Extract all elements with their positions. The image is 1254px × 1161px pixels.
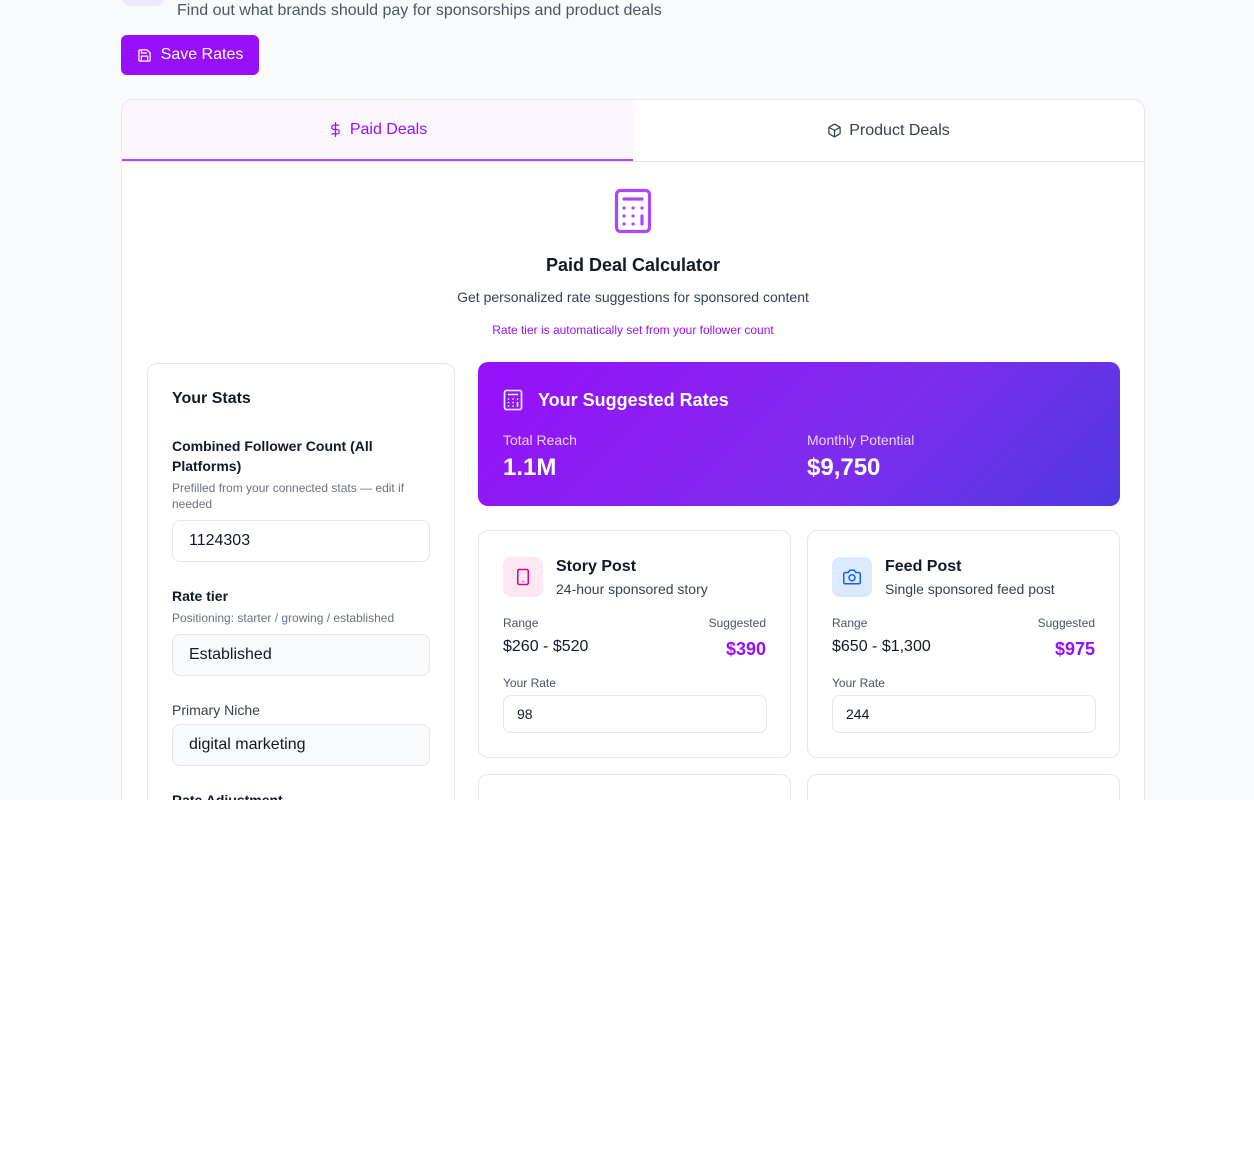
primary-niche-field: digital marketing	[172, 724, 430, 766]
monthly-potential-value: $9,750	[807, 454, 881, 481]
save-rates-button[interactable]: Save Rates	[121, 35, 259, 75]
rate-tier-label: Rate tier	[172, 588, 229, 604]
header-icon	[121, 0, 165, 6]
stats-card: Your Stats Combined Follower Count (All …	[147, 363, 455, 800]
total-reach-value: 1.1M	[503, 454, 557, 481]
story-post-card: Story Post 24-hour sponsored story Range…	[478, 530, 791, 758]
card-subtitle: Single sponsored feed post	[885, 581, 1055, 597]
calculator-subtitle: Get personalized rate suggestions for sp…	[457, 289, 809, 305]
total-reach-label: Total Reach	[503, 432, 577, 448]
page-subtitle: Find out what brands should pay for spon…	[177, 2, 662, 19]
stats-title: Your Stats	[172, 390, 251, 407]
card-subtitle: 24-hour sponsored story	[556, 581, 708, 597]
deal-tabs: Paid Deals Product Deals	[122, 100, 1144, 162]
package-icon	[828, 123, 841, 138]
rate-tier-help: Positioning: starter / growing / establi…	[172, 611, 395, 625]
save-icon	[137, 48, 151, 62]
tab-paid-deals-label: Paid Deals	[349, 120, 428, 138]
page-viewport: Find out what brands should pay for spon…	[0, 0, 1254, 800]
suggested-label: Suggested	[1037, 616, 1095, 630]
suggested-value: $975	[1054, 639, 1095, 659]
calculator-panel: Paid Deals Product Deals Paid Deal Calcu…	[121, 99, 1145, 800]
camera-icon	[843, 569, 861, 585]
tab-paid-deals[interactable]: Paid Deals	[122, 100, 633, 161]
rate-adjustment-label: Rate Adjustment	[172, 792, 283, 800]
smartphone-icon	[517, 568, 529, 586]
dollar-icon	[330, 122, 340, 137]
calculator-icon	[614, 188, 652, 234]
story-icon-tile	[503, 557, 543, 597]
rate-card-partial	[807, 774, 1120, 800]
rate-tier-note: Rate tier is automatically set from your…	[492, 323, 774, 337]
follower-count-input[interactable]: 1124303	[172, 520, 430, 562]
calculator-title: Paid Deal Calculator	[545, 255, 721, 275]
feed-icon-tile	[832, 557, 872, 597]
range-value: $260 - $520	[503, 638, 589, 655]
your-rate-input[interactable]: 98	[503, 695, 767, 733]
rate-tier-field: Established	[172, 634, 430, 676]
card-title: Story Post	[556, 558, 637, 575]
calculator-icon	[503, 389, 523, 411]
suggested-value: $390	[725, 639, 766, 659]
range-label: Range	[503, 616, 539, 630]
follower-count-help: Prefilled from your connected stats — ed…	[172, 481, 405, 511]
suggested-rates-title: Your Suggested Rates	[538, 390, 729, 410]
save-rates-label: Save Rates	[160, 46, 244, 63]
your-rate-label: Your Rate	[832, 676, 885, 690]
tab-product-deals[interactable]: Product Deals	[633, 100, 1144, 161]
monthly-potential-label: Monthly Potential	[807, 432, 915, 448]
range-label: Range	[832, 616, 868, 630]
range-value: $650 - $1,300	[832, 638, 931, 655]
follower-count-label: Combined Follower Count (All Platforms)	[172, 438, 373, 474]
primary-niche-label: Primary Niche	[172, 702, 260, 718]
feed-post-card: Feed Post Single sponsored feed post Ran…	[807, 530, 1120, 758]
your-rate-label: Your Rate	[503, 676, 556, 690]
your-rate-input[interactable]: 244	[832, 695, 1096, 733]
suggested-label: Suggested	[708, 616, 766, 630]
rate-card-partial	[478, 774, 791, 800]
card-title: Feed Post	[885, 558, 962, 575]
suggested-rates-banner: Your Suggested Rates Total Reach 1.1M Mo…	[478, 362, 1120, 506]
tab-product-deals-label: Product Deals	[849, 121, 950, 139]
